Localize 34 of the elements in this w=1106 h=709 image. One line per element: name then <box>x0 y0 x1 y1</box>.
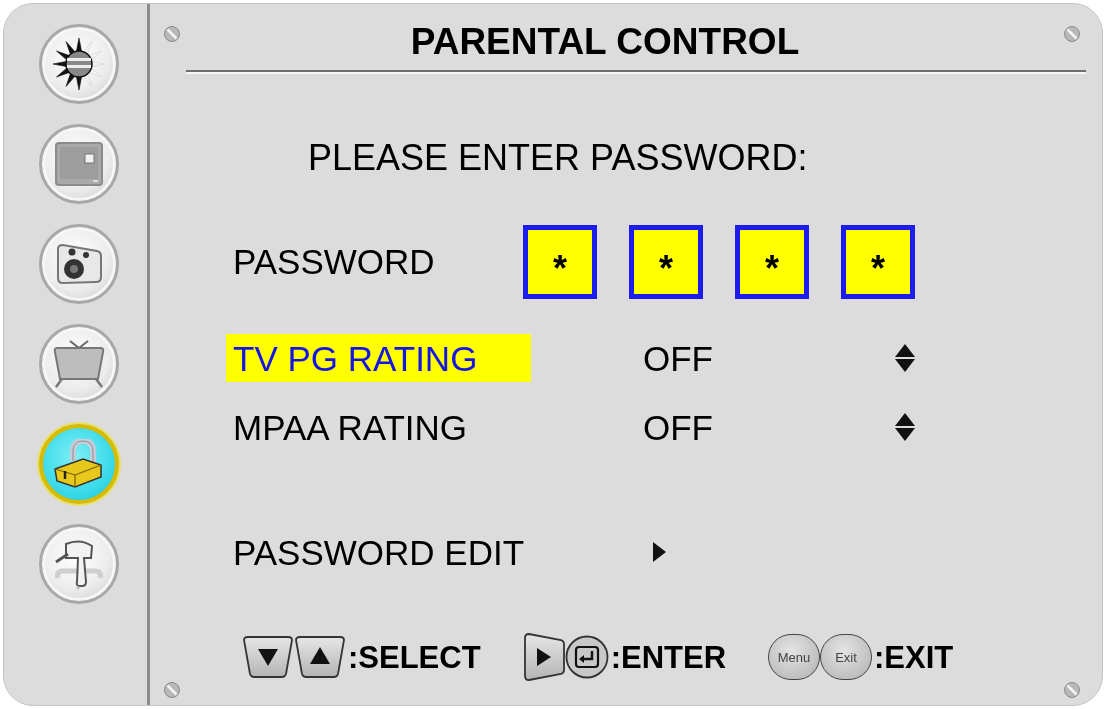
right-triangle-icon <box>653 542 666 562</box>
sun-icon <box>52 38 105 90</box>
screw-icon <box>164 26 180 42</box>
setting-value: OFF <box>643 409 714 445</box>
screw-icon <box>164 682 180 698</box>
remote-key-label: Exit <box>820 634 872 680</box>
password-prompt: PLEASE ENTER PASSWORD: <box>308 138 808 178</box>
key-hint-label: :EXIT <box>874 641 954 673</box>
password-digit-field[interactable]: * <box>523 225 597 299</box>
password-digit-field[interactable]: * <box>735 225 809 299</box>
password-label: PASSWORD <box>233 242 436 282</box>
up-down-arrows-icon <box>895 413 915 441</box>
padlock-icon <box>52 439 105 489</box>
tv-icon <box>51 339 106 389</box>
key-hint-label: :SELECT <box>348 641 481 673</box>
up-down-arrows-icon <box>895 344 915 372</box>
menu-item[interactable]: TV PG RATING <box>226 334 531 382</box>
enter-key-icon <box>564 635 609 679</box>
screw-icon <box>1064 682 1080 698</box>
password-digit-field[interactable]: * <box>629 225 703 299</box>
password-digit-field[interactable]: * <box>841 225 915 299</box>
setting-value: OFF <box>643 340 714 376</box>
menu-title: PARENTAL CONTROL <box>410 23 800 60</box>
down-key-icon <box>242 636 294 678</box>
key-hint-label: :ENTER <box>610 641 726 673</box>
menu-item[interactable]: MPAA RATING <box>226 403 531 451</box>
menu-item[interactable]: PASSWORD EDIT <box>226 528 531 576</box>
up-key-icon <box>294 636 346 678</box>
speaker-icon <box>54 243 103 285</box>
hammer-wrench-icon <box>53 538 104 590</box>
screw-icon <box>1064 26 1080 42</box>
picture-frame-icon <box>54 142 103 186</box>
remote-key-label: Menu <box>768 634 820 680</box>
right-key-icon <box>522 632 565 682</box>
